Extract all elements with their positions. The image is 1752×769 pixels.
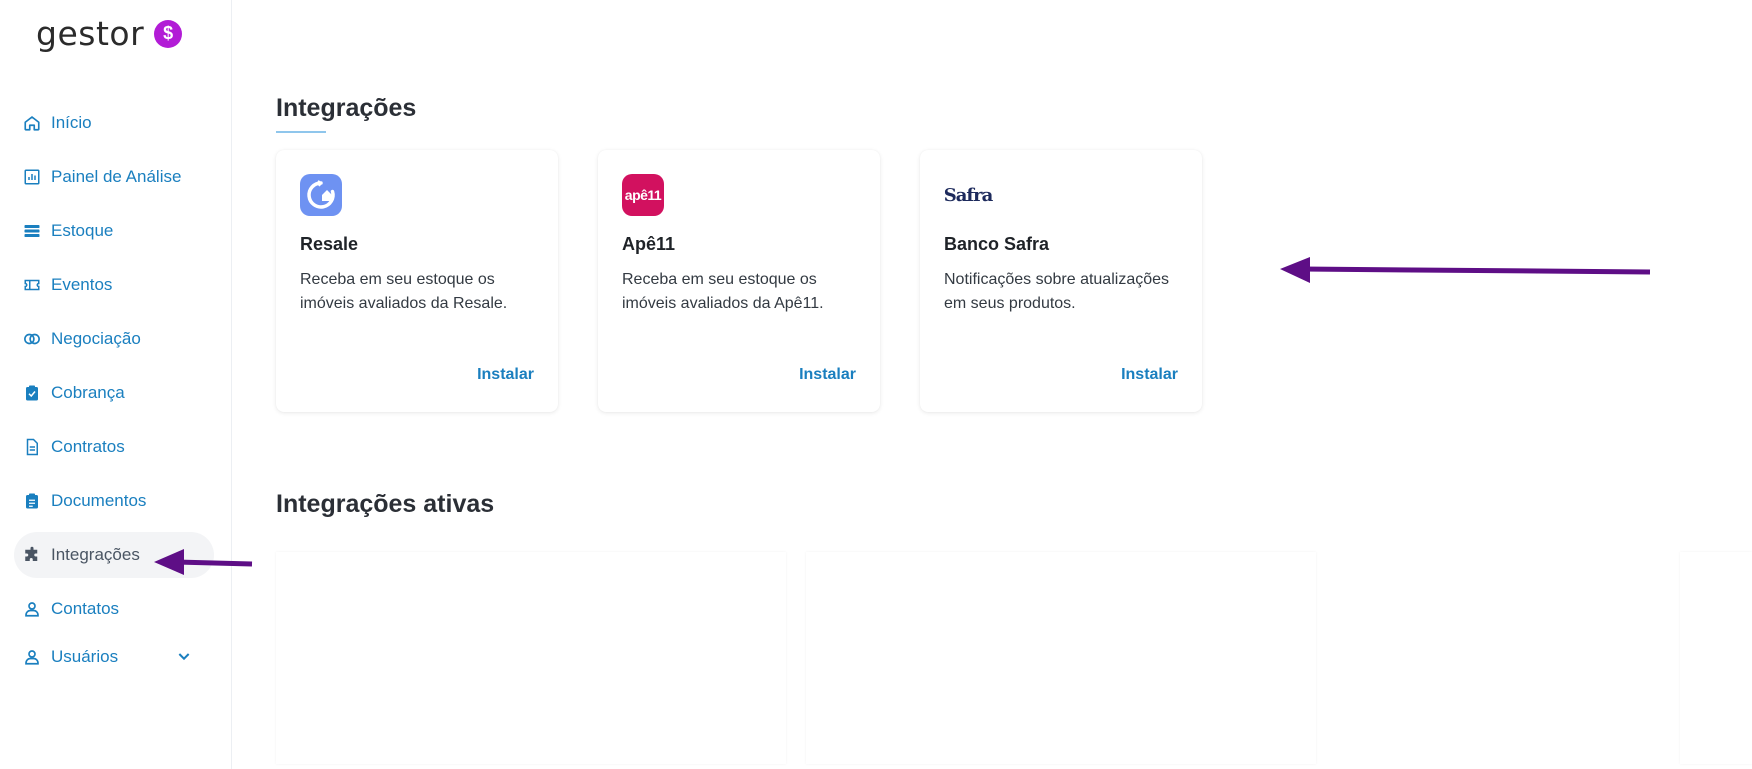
ape11-logo: apê11 — [622, 174, 664, 216]
resale-logo — [300, 174, 342, 216]
page-title: Integrações — [276, 94, 417, 122]
sidebar-item-label: Estoque — [51, 221, 114, 240]
chevron-down-icon[interactable] — [176, 648, 192, 664]
sidebar-item-inicio[interactable]: Início — [14, 100, 214, 146]
annotation-arrow-icon — [154, 549, 253, 575]
sidebar-item-label: Contatos — [51, 599, 120, 618]
sidebar-item-label: Início — [51, 113, 92, 132]
sidebar: gestor $ Início Painel de Análise Estoqu… — [0, 0, 232, 769]
sidebar-item-label: Usuários — [51, 647, 119, 666]
chart-icon — [24, 169, 40, 185]
logo-text: gestor — [36, 14, 145, 53]
sidebar-item-cobranca[interactable]: Cobrança — [14, 370, 214, 416]
safra-logo-text: Safra — [943, 184, 994, 206]
app-root: gestor $ Início Painel de Análise Estoqu… — [0, 0, 1752, 769]
sidebar-item-contratos[interactable]: Contratos — [14, 424, 214, 470]
clipboard-list-icon — [26, 493, 38, 509]
install-button[interactable]: Instalar — [799, 366, 856, 384]
active-integration-placeholder — [276, 552, 786, 764]
integration-description: Receba em seu estoque os imóveis avaliad… — [300, 271, 508, 312]
puzzle-icon — [25, 546, 38, 561]
resale-logo-icon — [307, 180, 335, 209]
sidebar-item-label: Documentos — [51, 491, 147, 510]
active-integrations-title: Integrações ativas — [276, 490, 495, 518]
annotation-arrow-icon — [1280, 257, 1651, 283]
home-icon — [24, 116, 40, 131]
ticket-icon — [24, 279, 40, 291]
sidebar-item-eventos[interactable]: Eventos — [14, 262, 214, 308]
integration-card-ape11: apê11 Apê11 Receba em seu estoque os imó… — [598, 150, 880, 412]
integration-card-safra: Safra Banco Safra Notificações sobre atu… — [920, 150, 1202, 412]
sidebar-item-label: Contratos — [51, 437, 125, 456]
sidebar-item-contatos[interactable]: Contatos — [14, 586, 214, 632]
sidebar-item-label: Painel de Análise — [51, 167, 182, 186]
integration-name: Apê11 — [622, 234, 676, 254]
sidebar-item-label: Cobrança — [51, 383, 125, 402]
user-icon — [25, 650, 39, 665]
sidebar-item-label: Negociação — [51, 329, 141, 348]
logo-dollar-icon: $ — [154, 19, 183, 48]
app-logo[interactable]: gestor $ — [36, 14, 183, 53]
active-integration-placeholder — [1680, 552, 1752, 764]
safra-logo: Safra — [943, 174, 994, 216]
sidebar-item-label: Eventos — [51, 275, 113, 294]
integration-description: Notificações sobre atualizações em seus … — [944, 271, 1170, 312]
rings-icon — [24, 333, 40, 345]
integration-card-resale: Resale Receba em seu estoque os imóveis … — [276, 150, 558, 412]
title-underline — [276, 131, 326, 133]
install-button[interactable]: Instalar — [477, 366, 534, 384]
integration-name: Banco Safra — [944, 234, 1050, 254]
integration-description: Receba em seu estoque os imóveis avaliad… — [622, 271, 824, 312]
clipboard-check-icon — [26, 385, 38, 401]
sidebar-item-documentos[interactable]: Documentos — [14, 478, 214, 524]
sidebar-item-usuarios[interactable]: Usuários — [14, 634, 214, 680]
sidebar-item-label: Integrações — [51, 545, 140, 564]
list-icon — [24, 225, 40, 237]
sidebar-item-negociacao[interactable]: Negociação — [14, 316, 214, 362]
integration-name: Resale — [300, 234, 359, 254]
active-integration-placeholder — [806, 552, 1316, 764]
document-icon — [26, 438, 38, 456]
sidebar-item-painel[interactable]: Painel de Análise — [14, 154, 214, 200]
user-icon — [25, 602, 39, 617]
sidebar-item-estoque[interactable]: Estoque — [14, 208, 214, 254]
install-button[interactable]: Instalar — [1121, 366, 1178, 384]
